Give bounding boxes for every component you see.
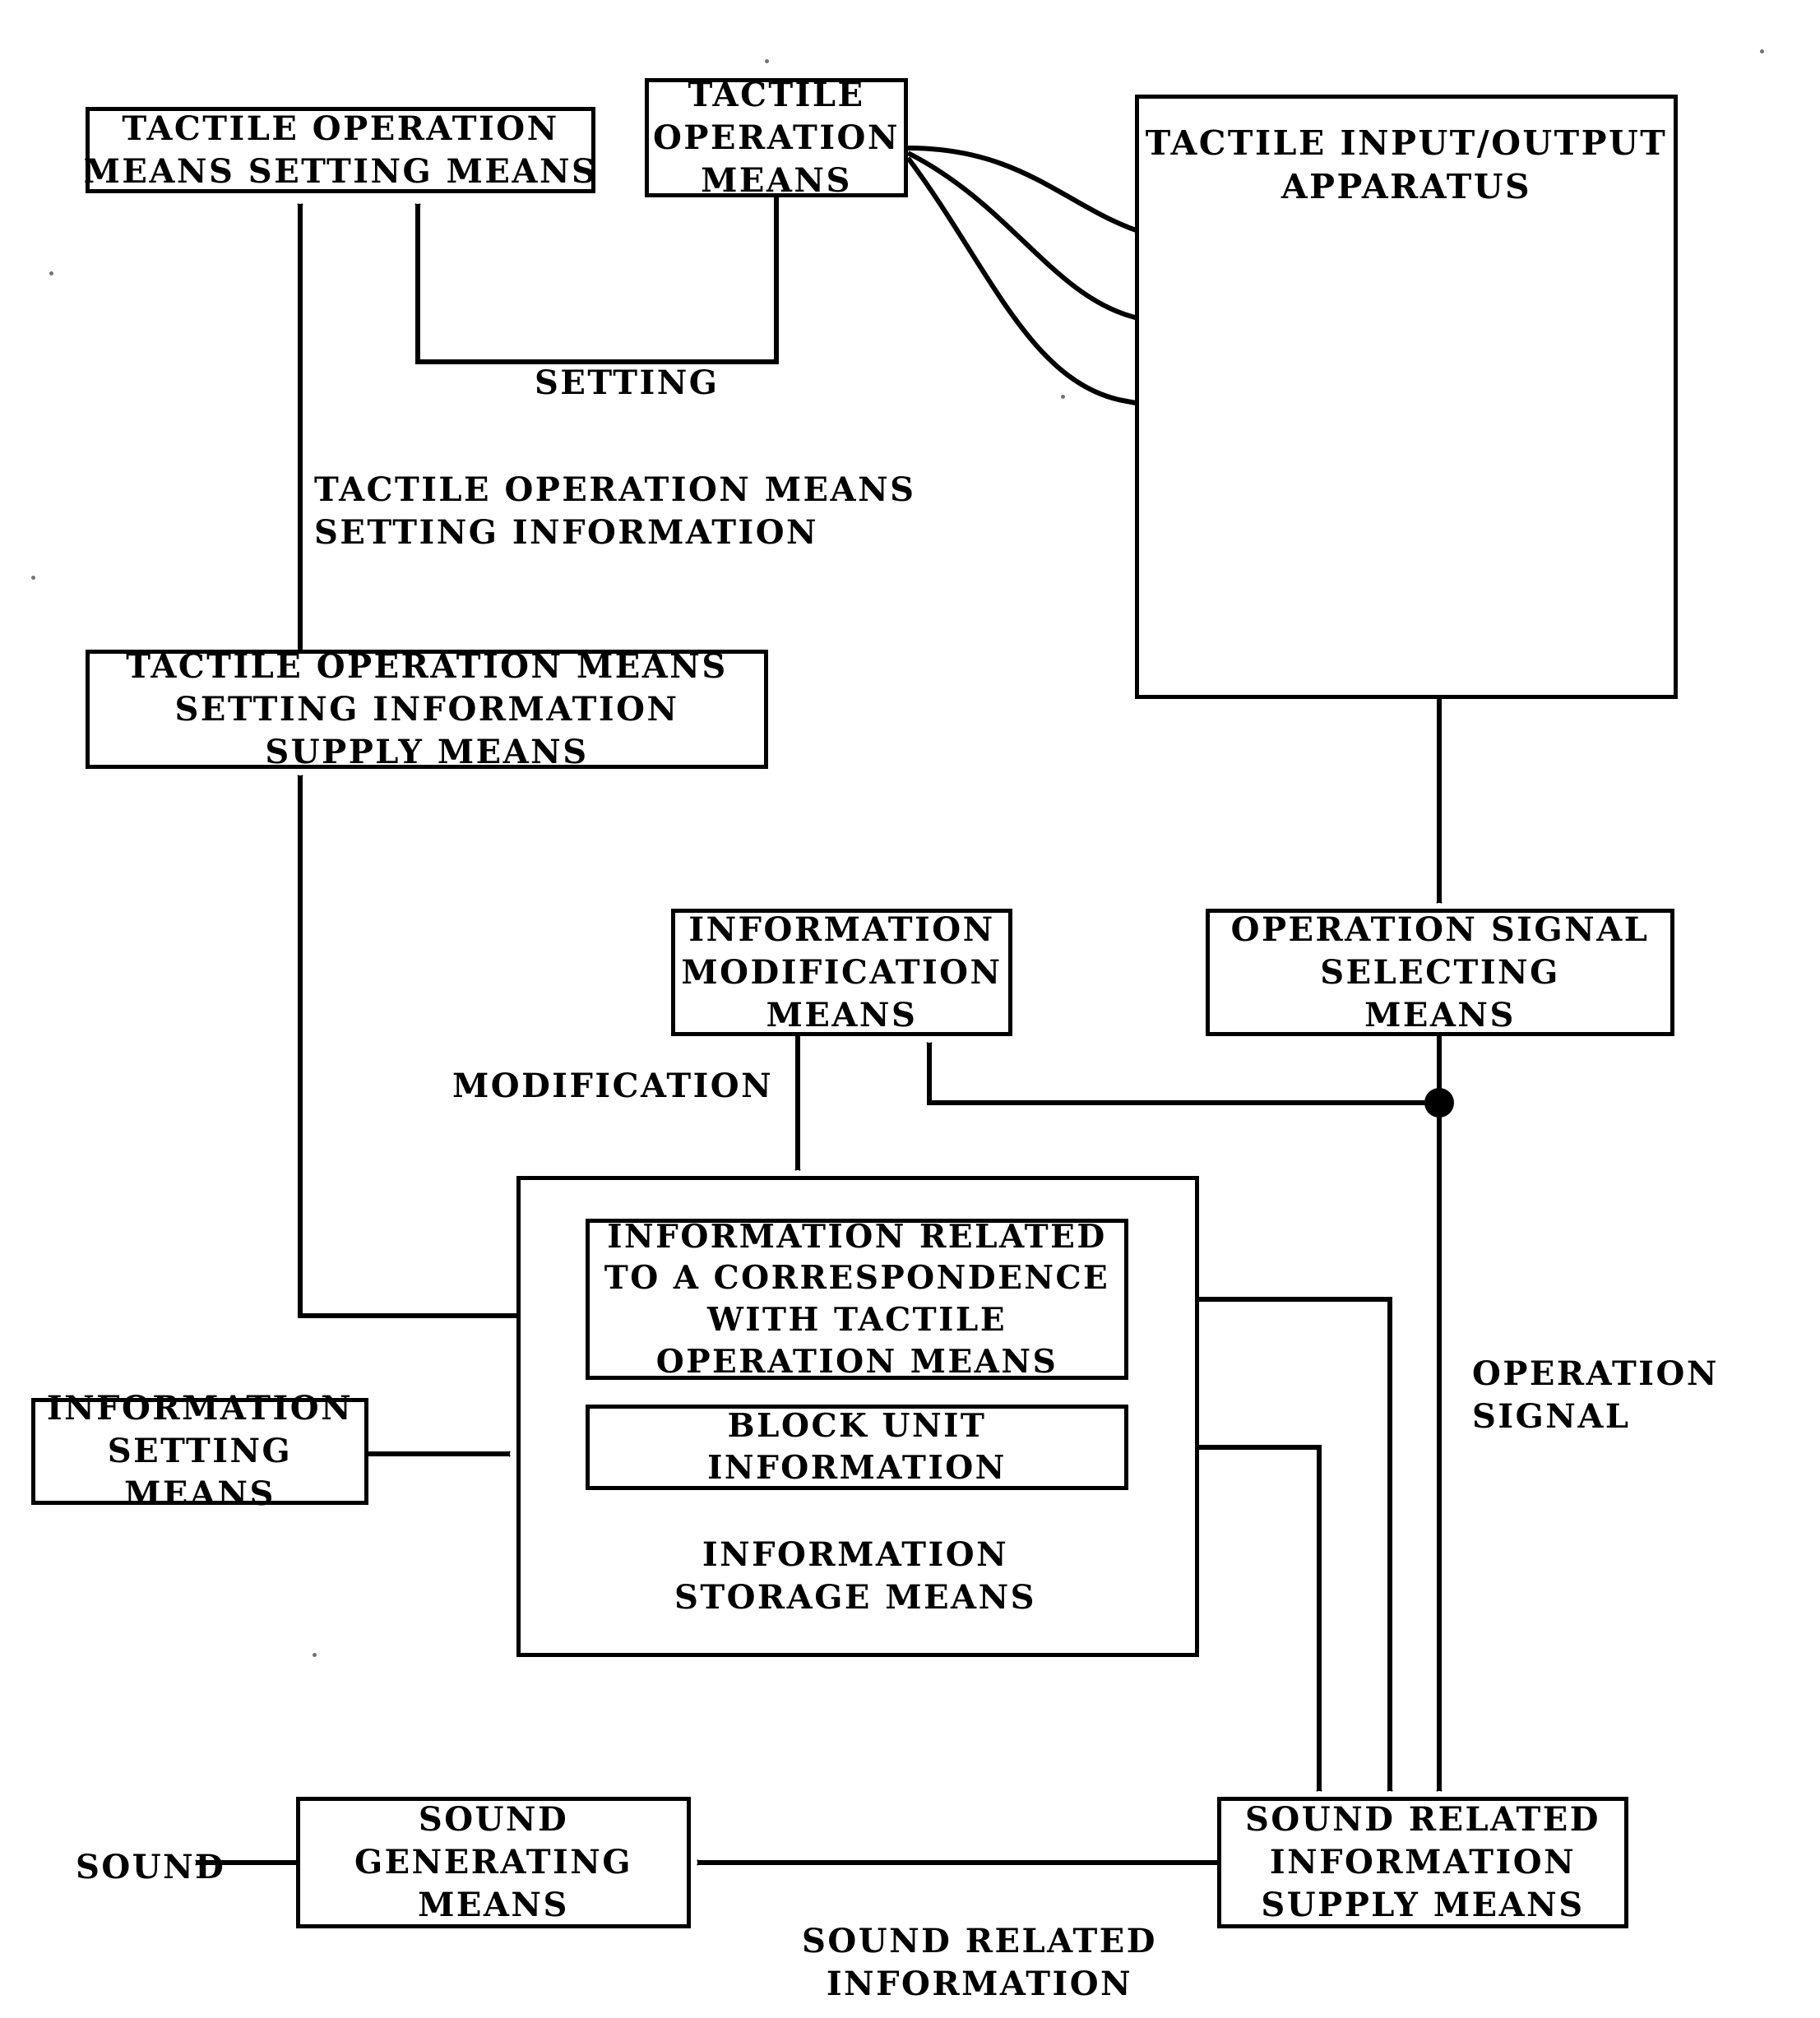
box-line: APPARATUS (1280, 167, 1532, 207)
label-line: INFORMATION (826, 1965, 1133, 2003)
box-line: SUPPLY MEANS (265, 732, 589, 771)
box-line: MEANS (124, 1474, 276, 1513)
box-line: OPERATION SIGNAL (1230, 909, 1650, 949)
label-line: SOUND RELATED (802, 1922, 1157, 1960)
connector-storage-to-supply (300, 775, 516, 1318)
box-line: SUPPLY MEANS (1261, 1886, 1585, 1924)
box-line: WITH TACTILE (706, 1301, 1007, 1339)
scan-speck (1061, 395, 1065, 399)
box-line: MEANS (701, 160, 852, 200)
box-line: GENERATING (354, 1843, 632, 1881)
box-tactile-input-output-apparatus[interactable]: TACTILE INPUT/OUTPUT APPARATUS (1135, 95, 1678, 699)
box-line: SOUND (418, 1800, 569, 1839)
box-line: INFORMATION RELATED (607, 1217, 1107, 1256)
box-line: INFORMATION (688, 909, 995, 949)
box-line: MODIFICATION (681, 952, 1003, 992)
box-line: MEANS (766, 995, 918, 1034)
box-block-unit-information[interactable]: BLOCK UNIT INFORMATION (586, 1405, 1128, 1490)
label-line: SETTING INFORMATION (314, 513, 819, 552)
box-line: MEANS (1364, 995, 1516, 1034)
label-tactile-operation-means-setting-information: TACTILE OPERATION MEANS SETTING INFORMAT… (314, 469, 916, 554)
box-information-related-to-correspondence-with-tactile-operation-means[interactable]: INFORMATION RELATED TO A CORRESPONDENCE … (586, 1217, 1128, 1381)
box-sound-generating-means[interactable]: SOUND GENERATING MEANS (296, 1797, 691, 1928)
box-sound-related-information-supply-means[interactable]: SOUND RELATED INFORMATION SUPPLY MEANS (1217, 1797, 1628, 1928)
label-line: SETTING (535, 363, 720, 402)
label-setting: SETTING (535, 362, 719, 405)
box-line: INFORMATION (46, 1389, 354, 1428)
box-line: MEANS SETTING MEANS (83, 151, 598, 191)
box-information-modification-means[interactable]: INFORMATION MODIFICATION MEANS (671, 909, 1012, 1036)
label-line: TACTILE OPERATION MEANS (314, 470, 916, 509)
box-line: SETTING (107, 1432, 293, 1470)
box-line: SETTING INFORMATION (174, 689, 679, 729)
box-tactile-operation-means-setting-information-supply-means[interactable]: TACTILE OPERATION MEANS SETTING INFORMAT… (86, 647, 768, 771)
box-tactile-operation-means-setting-means[interactable]: TACTILE OPERATION MEANS SETTING MEANS (83, 107, 598, 193)
scan-speck (1760, 49, 1764, 53)
label-line: OPERATION (1472, 1354, 1719, 1393)
box-line: BLOCK UNIT (727, 1407, 987, 1446)
box-line: TACTILE OPERATION MEANS (126, 646, 728, 686)
label-modification: MODIFICATION (452, 1065, 773, 1108)
diagram-canvas: TACTILE OPERATION MEANS SETTING MEANS TA… (0, 0, 1820, 2018)
label-sound-output: SOUND (76, 1846, 225, 1889)
scan-speck (765, 59, 769, 63)
box-line: OPERATION MEANS (655, 1342, 1058, 1381)
box-line: INFORMATION (1269, 1843, 1577, 1881)
scan-speck (31, 576, 35, 580)
connector-setting-loop (418, 197, 779, 364)
label-line: INFORMATION (702, 1535, 1009, 1574)
box-operation-signal-selecting-means[interactable]: OPERATION SIGNAL SELECTING MEANS (1206, 909, 1674, 1036)
label-operation-signal: OPERATION SIGNAL (1472, 1353, 1719, 1438)
scan-speck (49, 271, 53, 275)
label-line: MODIFICATION (452, 1067, 774, 1105)
label-line: STORAGE MEANS (674, 1578, 1037, 1617)
box-line: TACTILE (688, 75, 865, 114)
box-line: OPERATION (653, 118, 900, 157)
box-line: TACTILE OPERATION (122, 109, 559, 148)
label-line: SIGNAL (1472, 1397, 1631, 1436)
box-line: SELECTING (1320, 952, 1560, 992)
label-information-storage-means: INFORMATION STORAGE MEANS (650, 1534, 1061, 1619)
box-line: SOUND RELATED (1245, 1800, 1600, 1839)
label-line: SOUND (76, 1848, 226, 1886)
box-line: TO A CORRESPONDENCE (604, 1259, 1110, 1298)
box-tactile-operation-means[interactable]: TACTILE OPERATION MEANS (645, 76, 908, 200)
box-line: MEANS (418, 1886, 569, 1924)
connector-signal-to-modification (929, 1043, 1439, 1105)
box-line: INFORMATION (707, 1449, 1007, 1487)
junction-dot (1424, 1088, 1454, 1118)
box-information-setting-means[interactable]: INFORMATION SETTING MEANS (31, 1389, 368, 1513)
scan-speck (313, 1653, 317, 1657)
box-line: TACTILE INPUT/OUTPUT (1145, 123, 1668, 163)
label-sound-related-information: SOUND RELATED INFORMATION (802, 1920, 1157, 2006)
